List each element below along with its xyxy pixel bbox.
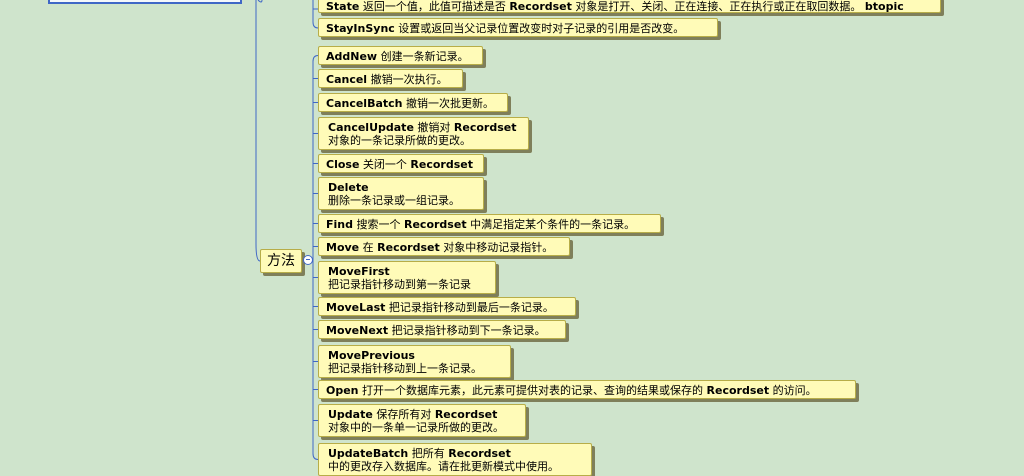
method-line1: MoveFirst — [328, 265, 486, 278]
member-description: 设置或返回当父记录位置改变时对子记录的引用是否改变。 — [394, 22, 685, 35]
method-line2: 中的更改存入数据库。请在批更新模式中使用。 — [328, 460, 559, 473]
method-line1: AddNew 创建一条新记录。 — [326, 50, 475, 63]
method-line2: 对象的一条记录所做的更改。 — [328, 134, 471, 147]
member-description: 保存所有对 Recordset — [372, 408, 498, 421]
method-line1: MovePrevious — [328, 349, 501, 362]
method-bracket — [312, 55, 319, 460]
method-line1: Move 在 Recordset 对象中移动记录指针。 — [326, 241, 562, 254]
member-description: 打开一个数据库元素，此元素可提供对表的记录、查询的结果或保存的 Recordse… — [358, 384, 817, 397]
member-name: Move — [326, 241, 360, 254]
method-line1: Delete — [328, 181, 474, 194]
member-name: Open — [326, 384, 359, 397]
member-name: Close — [326, 158, 360, 171]
method-line1: Update 保存所有对 Recordset — [328, 408, 516, 421]
member-name: Cancel — [326, 73, 368, 86]
member-name: MoveLast — [326, 301, 386, 314]
property-line1: StayInSync 设置或返回当父记录位置改变时对子记录的引用是否改变。 — [326, 22, 710, 35]
member-description: 把记录指针移动到下一条记录。 — [388, 324, 546, 337]
member-description: 撤销对 Recordset — [413, 121, 517, 134]
member-description: 撤销一次执行。 — [367, 73, 448, 86]
method-node[interactable]: MoveFirst 把记录指针移动到第一条记录 — [318, 261, 496, 294]
method-node[interactable]: MovePrevious 把记录指针移动到上一条记录。 — [318, 345, 511, 378]
method-node[interactable]: Cancel 撤销一次执行。 — [318, 69, 463, 88]
method-node[interactable]: CancelBatch 撤销一次批更新。 — [318, 93, 508, 112]
member-description: 在 Recordset 对象中移动记录指针。 — [359, 241, 554, 254]
method-line2: 删除一条记录或一组记录。 — [328, 194, 460, 207]
member-description: 关闭一个 Recordset — [359, 158, 473, 171]
method-line1: Find 搜索一个 Recordset 中满足指定某个条件的一条记录。 — [326, 218, 653, 231]
member-name: Find — [326, 218, 353, 231]
method-line1: UpdateBatch 把所有 Recordset — [328, 447, 582, 460]
property-node[interactable]: StayInSync 设置或返回当父记录位置改变时对子记录的引用是否改变。 — [318, 18, 718, 37]
method-node[interactable]: UpdateBatch 把所有 Recordset 中的更改存入数据库。请在批更新… — [318, 443, 592, 476]
member-description: 撤销一次批更新。 — [402, 97, 494, 110]
method-node[interactable]: CancelUpdate 撤销对 Recordset 对象的一条记录所做的更改。 — [318, 117, 529, 150]
member-description: 把记录指针移动到最后一条记录。 — [385, 301, 554, 314]
member-name: MovePrevious — [328, 349, 415, 362]
property-bracket-top — [257, 0, 263, 3]
member-name: MoveNext — [326, 324, 389, 337]
method-line1: MoveNext 把记录指针移动到下一条记录。 — [326, 324, 558, 337]
trunk-connector — [255, 0, 261, 262]
method-line1: CancelUpdate 撤销对 Recordset — [328, 121, 519, 134]
method-node[interactable]: Close 关闭一个 Recordset — [318, 154, 484, 173]
selected-node-partial[interactable] — [48, 0, 242, 4]
member-name: StayInSync — [326, 22, 395, 35]
member-name: CancelUpdate — [328, 121, 414, 134]
collapse-toggle-icon[interactable] — [303, 255, 313, 265]
method-node[interactable]: MoveLast 把记录指针移动到最后一条记录。 — [318, 297, 576, 316]
method-line2: 把记录指针移动到上一条记录。 — [328, 362, 482, 375]
member-name: UpdateBatch — [328, 447, 409, 460]
method-node[interactable]: AddNew 创建一条新记录。 — [318, 46, 483, 65]
member-name: MoveFirst — [328, 265, 390, 278]
member-name: AddNew — [326, 50, 378, 63]
method-node[interactable]: Find 搜索一个 Recordset 中满足指定某个条件的一条记录。 — [318, 214, 661, 233]
method-line2: 把记录指针移动到第一条记录 — [328, 278, 471, 291]
property-line1: State 返回一个值，此值可描述是否 Recordset 对象是打开、关闭、正… — [326, 0, 933, 13]
member-description: 把所有 Recordset — [408, 447, 511, 460]
method-line1: Close 关闭一个 Recordset — [326, 158, 476, 171]
method-line1: CancelBatch 撤销一次批更新。 — [326, 97, 500, 110]
member-description: 搜索一个 Recordset 中满足指定某个条件的一条记录。 — [353, 218, 636, 231]
member-name: State — [326, 0, 360, 13]
member-name: Delete — [328, 181, 369, 194]
parent-node-methods[interactable]: 方法 — [260, 249, 302, 273]
method-line1: MoveLast 把记录指针移动到最后一条记录。 — [326, 301, 568, 314]
method-line2: 对象中的一条单一记录所做的更改。 — [328, 421, 504, 434]
property-node[interactable]: State 返回一个值，此值可描述是否 Recordset 对象是打开、关闭、正… — [318, 0, 941, 13]
method-node[interactable]: Delete 删除一条记录或一组记录。 — [318, 177, 484, 210]
member-description: 返回一个值，此值可描述是否 Recordset 对象是打开、关闭、正在连接、正在… — [359, 0, 904, 13]
parent-node-label: 方法 — [267, 253, 295, 269]
method-node[interactable]: Open 打开一个数据库元素，此元素可提供对表的记录、查询的结果或保存的 Rec… — [318, 380, 856, 399]
method-node[interactable]: Update 保存所有对 Recordset 对象中的一条单一记录所做的更改。 — [318, 404, 526, 437]
method-line1: Cancel 撤销一次执行。 — [326, 73, 455, 86]
method-node[interactable]: MoveNext 把记录指针移动到下一条记录。 — [318, 320, 566, 339]
member-description: 创建一条新记录。 — [377, 50, 469, 63]
method-node[interactable]: Move 在 Recordset 对象中移动记录指针。 — [318, 237, 570, 256]
member-name: Update — [328, 408, 373, 421]
member-name: CancelBatch — [326, 97, 403, 110]
method-line1: Open 打开一个数据库元素，此元素可提供对表的记录、查询的结果或保存的 Rec… — [326, 384, 848, 397]
